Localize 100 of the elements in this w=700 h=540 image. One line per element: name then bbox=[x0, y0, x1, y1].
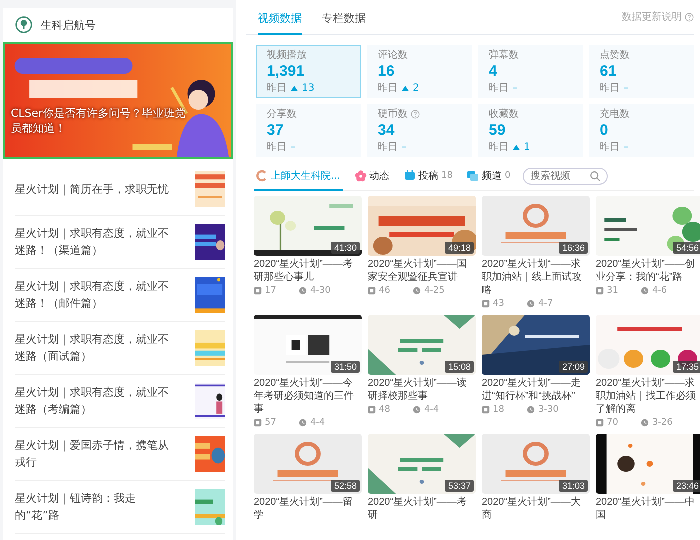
yesterday-label: 昨日 bbox=[378, 82, 398, 95]
clock-icon bbox=[299, 419, 308, 427]
upload-date: 3-26 bbox=[652, 418, 673, 428]
article-item[interactable]: 星火计划｜求职有态度，就业不迷路！（渠道篇） bbox=[15, 216, 225, 269]
article-title: 星火计划｜求职有态度，就业不迷路！（邮件篇） bbox=[15, 279, 170, 312]
video-title[interactable]: 2020”星火计划“——求职加油站｜线上面试攻略 bbox=[482, 258, 590, 297]
duration-badge: 52:58 bbox=[331, 480, 360, 492]
play-count-icon bbox=[368, 287, 376, 295]
upload-date: 4-7 bbox=[538, 299, 554, 309]
stat-card[interactable]: 分享数 37 昨日 – bbox=[256, 104, 361, 157]
stat-change: – bbox=[624, 82, 629, 94]
stat-value: 34 bbox=[378, 122, 396, 139]
video-title[interactable]: 2020“星火计划”——求职加油站｜找工作必须了解的离 bbox=[596, 377, 700, 416]
play-count-icon bbox=[482, 406, 490, 414]
help-icon[interactable] bbox=[685, 12, 694, 22]
upload-date: 3-30 bbox=[538, 405, 559, 415]
article-item[interactable]: 星火计划｜求职有态度，就业不迷路（考编篇） bbox=[15, 375, 225, 428]
yesterday-label: 昨日 bbox=[600, 82, 620, 95]
video-title[interactable]: 2020“星火计划”——走进“知行杯”和“挑战杯” bbox=[482, 377, 590, 403]
search-field[interactable]: 搜索视频 bbox=[522, 168, 608, 185]
play-count: 43 bbox=[493, 299, 504, 309]
video-title[interactable]: 2020“星火计划”——创业分享：我的“花”路 bbox=[596, 258, 700, 284]
stat-label: 点赞数 bbox=[600, 48, 630, 62]
stat-label: 分享数 bbox=[267, 108, 297, 121]
yesterday-label: 昨日 bbox=[600, 141, 620, 154]
stat-card[interactable]: 收藏数 59 昨日 1 bbox=[478, 104, 583, 157]
channel-nav-tab[interactable]: 频道 0 bbox=[465, 163, 513, 191]
stat-label: 充电数 bbox=[600, 108, 630, 121]
article-title: 星火计划｜简历在手，求职无忧 bbox=[15, 182, 170, 198]
video-title[interactable]: 2020“星火计划”——今年考研必须知道的三件事 bbox=[254, 377, 362, 416]
yesterday-label: 昨日 bbox=[489, 141, 509, 154]
stat-label: 收藏数 bbox=[489, 108, 519, 121]
duration-badge: 15:08 bbox=[445, 361, 474, 373]
help-icon[interactable] bbox=[411, 110, 420, 118]
stat-change: 1 bbox=[524, 142, 530, 152]
duration-badge: 54:56 bbox=[673, 242, 700, 254]
yesterday-label: 昨日 bbox=[378, 141, 398, 154]
channel-nav-tab[interactable]: 投稿 18 bbox=[402, 163, 455, 191]
account-name: 生科启航号 bbox=[41, 18, 96, 32]
tab[interactable]: 专栏数据 bbox=[322, 11, 366, 35]
video-title[interactable]: 2020“星火计划”——考研那些心事儿 bbox=[254, 258, 362, 284]
stat-value: 0 bbox=[600, 122, 610, 139]
play-count-icon bbox=[482, 300, 490, 308]
banner-caption: CLSer你是否有许多问号？毕业班党员都知道！ bbox=[11, 106, 188, 136]
video-title[interactable]: 2020“星火计划”——考研 bbox=[368, 496, 476, 522]
play-count: 48 bbox=[379, 405, 390, 415]
upload-date: 4-25 bbox=[424, 286, 445, 296]
stat-label: 弹幕数 bbox=[489, 48, 519, 62]
clock-icon bbox=[299, 287, 308, 295]
duration-badge: 31:03 bbox=[559, 480, 588, 492]
duration-badge: 49:18 bbox=[445, 242, 474, 254]
banner[interactable]: CLSer你是否有许多问号？毕业班党员都知道！ bbox=[3, 42, 233, 159]
clock-icon bbox=[413, 406, 422, 414]
play-count: 46 bbox=[379, 286, 390, 296]
article-title: 星火计划｜爱国赤子情，携笔从戎行 bbox=[15, 438, 170, 471]
video-title[interactable]: 2020“星火计划”——留学 bbox=[254, 496, 362, 522]
clock-icon bbox=[413, 287, 422, 295]
video-title[interactable]: 2020“星火计划”——中国 bbox=[596, 496, 700, 522]
account-logo-icon bbox=[15, 16, 33, 34]
stat-card[interactable]: 评论数 16 昨日 2 bbox=[367, 45, 472, 98]
stat-card[interactable]: 点赞数 61 昨日 – bbox=[589, 45, 694, 98]
play-count-icon bbox=[368, 406, 376, 414]
play-count-icon bbox=[596, 419, 604, 427]
c-logo-icon bbox=[256, 170, 268, 182]
stat-card[interactable]: 充电数 0 昨日 – bbox=[589, 104, 694, 157]
video-title[interactable]: 2020“星火计划”——国家安全观暨征兵宣讲 bbox=[368, 258, 476, 284]
channel-icon bbox=[467, 170, 479, 182]
video-title[interactable]: 2020“星火计划”——读研择校那些事 bbox=[368, 377, 476, 403]
video-title[interactable]: 2020“星火计划”——大商 bbox=[482, 496, 590, 522]
article-title: 星火计划｜求职有态度，就业不迷路（考编篇） bbox=[15, 385, 170, 418]
stat-card[interactable]: 硬币数 34 昨日 – bbox=[367, 104, 472, 157]
stat-card[interactable]: 弹幕数 4 昨日 – bbox=[478, 45, 583, 98]
article-item[interactable]: 星火计划｜钮诗韵：我走的“花”路 bbox=[15, 481, 225, 534]
yesterday-label: 昨日 bbox=[489, 82, 509, 95]
article-title: 星火计划｜求职有态度，就业不迷路！（渠道篇） bbox=[15, 226, 170, 259]
duration-badge: 23:46 bbox=[673, 480, 700, 492]
stat-value: 59 bbox=[489, 122, 507, 139]
stat-value: 37 bbox=[267, 122, 285, 139]
play-count: 57 bbox=[265, 418, 276, 428]
article-item[interactable]: 星火计划｜爱国赤子情，携笔从戎行 bbox=[15, 428, 225, 481]
stat-label: 评论数 bbox=[378, 49, 408, 62]
stat-change: 2 bbox=[413, 82, 420, 94]
article-item[interactable]: 星火计划｜求职有态度，就业不迷路（面试篇） bbox=[15, 322, 225, 375]
article-title: 星火计划｜钮诗韵：我走的“花”路 bbox=[15, 491, 137, 524]
channel-nav-tab[interactable]: 动态 bbox=[352, 163, 392, 191]
article-item[interactable]: 星火计划｜求职有态度，就业不迷路！（邮件篇） bbox=[15, 269, 225, 322]
search-icon[interactable] bbox=[590, 171, 601, 182]
upload-date: 4-30 bbox=[310, 286, 331, 296]
play-count-icon bbox=[254, 419, 262, 427]
video-icon bbox=[404, 170, 416, 182]
stat-change: – bbox=[291, 142, 296, 152]
clock-icon bbox=[527, 300, 536, 308]
stat-change: – bbox=[513, 82, 518, 94]
article-item[interactable]: 星火计划｜简历在手，求职无忧 bbox=[15, 163, 225, 216]
duration-badge: 53:37 bbox=[445, 480, 474, 492]
stat-value: 1,391 bbox=[267, 63, 306, 80]
play-count: 31 bbox=[607, 286, 618, 296]
yesterday-label: 昨日 bbox=[267, 141, 287, 154]
duration-badge: 16:36 bbox=[559, 242, 588, 254]
stat-value: 4 bbox=[489, 63, 498, 80]
